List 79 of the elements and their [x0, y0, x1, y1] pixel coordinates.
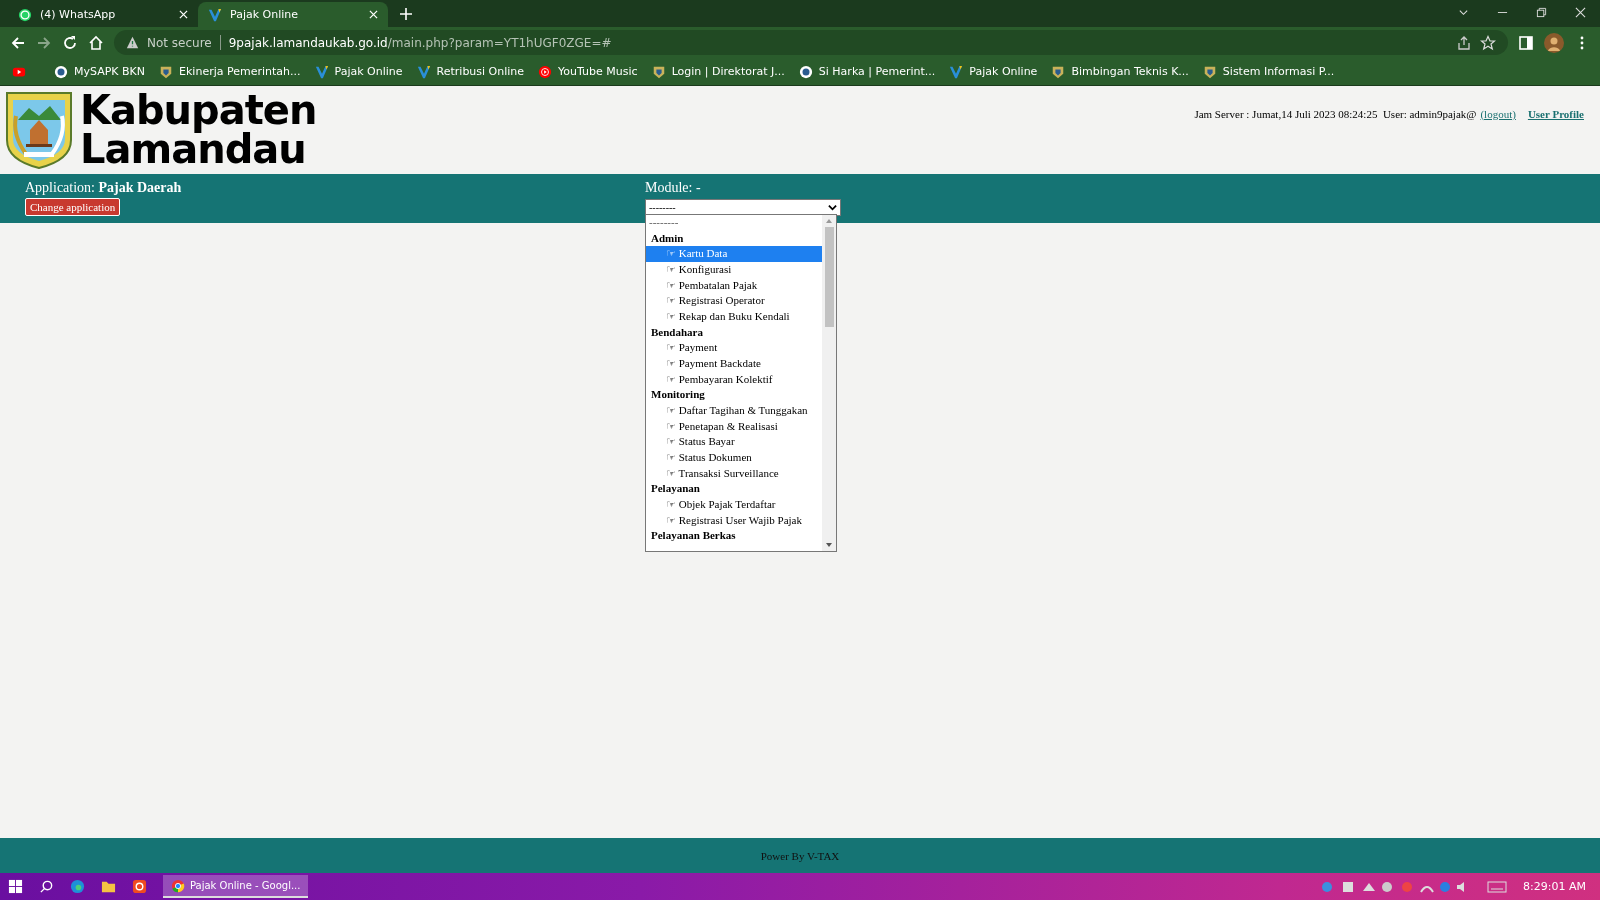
emblem-icon: [1202, 64, 1217, 79]
module-option[interactable]: ☞ Kartu Data: [646, 246, 822, 262]
module-option[interactable]: ☞ Objek Pajak Terdaftar: [646, 497, 822, 513]
share-icon[interactable]: [1456, 34, 1472, 51]
bookmark[interactable]: Sistem Informasi P...: [1202, 64, 1335, 79]
app-icon[interactable]: [132, 879, 147, 894]
module-option[interactable]: ☞ Payment Backdate: [646, 356, 822, 372]
edge-icon[interactable]: [70, 879, 85, 894]
search-icon[interactable]: [39, 879, 54, 894]
module-option[interactable]: ☞ Transaksi Surveillance: [646, 465, 822, 482]
bookmark[interactable]: Login | Direktorat J...: [651, 64, 785, 79]
bookmark[interactable]: Retribusi Online: [416, 64, 525, 79]
close-icon[interactable]: [369, 10, 378, 19]
windows-start-icon[interactable]: [8, 879, 23, 894]
option-group: Bendahara: [646, 324, 822, 341]
v-logo-icon: [416, 64, 431, 79]
close-window-icon[interactable]: [1575, 7, 1586, 18]
option-group: Pelayanan: [646, 481, 822, 497]
bookmark[interactable]: Bimbingan Teknis K...: [1051, 64, 1189, 79]
option-group: Monitoring: [646, 387, 822, 403]
module-label: Module: -: [645, 180, 702, 196]
module-option[interactable]: ☞ Pembayaran Kolektif: [646, 371, 822, 388]
emblem-icon: [1051, 64, 1066, 79]
module-option[interactable]: ☞ Konfigurasi: [646, 261, 822, 278]
regency-emblem-icon: [4, 90, 74, 170]
user-profile-link[interactable]: User Profile: [1527, 108, 1584, 120]
footer-text: Power By V-TAX: [760, 849, 840, 862]
option-group: Admin: [646, 230, 822, 247]
reload-icon[interactable]: [62, 34, 78, 51]
module-option[interactable]: ☞ Status Bayar: [646, 434, 822, 451]
emblem-icon: [651, 64, 666, 79]
module-option[interactable]: ☞ Rekap dan Buku Kendali: [646, 309, 822, 325]
bookmark[interactable]: YouTube Music: [538, 64, 638, 79]
scroll-down-icon[interactable]: [825, 542, 833, 548]
warning-icon: [126, 36, 139, 49]
browser-tab[interactable]: (4) WhatsApp: [8, 2, 198, 27]
logout-link[interactable]: (logout): [1480, 108, 1516, 120]
bookmark[interactable]: Si Harka | Pemerint...: [798, 64, 936, 79]
bookmark[interactable]: MySAPK BKN: [54, 64, 146, 79]
forward-icon[interactable]: [36, 34, 52, 51]
home-icon[interactable]: [88, 34, 104, 51]
browser-tab[interactable]: Pajak Online: [198, 2, 388, 27]
new-tab-icon[interactable]: [400, 8, 412, 20]
bookmark[interactable]: Pajak Online: [949, 64, 1038, 79]
module-option[interactable]: ☞ Payment: [646, 340, 822, 356]
chrome-icon: [171, 878, 185, 893]
module-option[interactable]: ☞ Registrasi User Wajib Pajak: [646, 512, 822, 529]
taskbar-window[interactable]: Pajak Online - Googl...: [163, 875, 309, 898]
module-option[interactable]: ☞ Registrasi Operator: [646, 293, 822, 310]
address-bar[interactable]: Not secure 9pajak.lamandaukab.go.id/main.php?param=YT1hUGF0ZGE=#: [114, 30, 1508, 55]
avatar-icon[interactable]: [1544, 32, 1564, 53]
module-option[interactable]: ☞ Penetapan & Realisasi: [646, 418, 822, 435]
application-label: Application: Pajak Daerah: [25, 180, 183, 196]
v-logo-icon: [949, 64, 964, 79]
tab-search-icon[interactable]: [1458, 7, 1469, 18]
chevron-icon: [828, 203, 837, 212]
change-application-button[interactable]: Change application: [25, 198, 121, 216]
side-panel-icon[interactable]: [1518, 34, 1534, 51]
whatsapp-icon: [18, 7, 32, 22]
bookmark[interactable]: Ekinerja Pemerintah...: [159, 64, 301, 79]
server-info: Jam Server : Jumat,14 Juli 2023 08:24:25 User: admin9pajak@: [1194, 108, 1477, 120]
module-option[interactable]: ☞ Pembatalan Pajak: [646, 277, 822, 294]
v-logo-icon: [208, 7, 222, 22]
scrollbar-thumb[interactable]: [824, 227, 834, 327]
star-icon[interactable]: [1480, 34, 1496, 51]
v-logo-icon: [314, 64, 329, 79]
clock[interactable]: 8:29:01 AM: [1523, 880, 1586, 893]
close-icon[interactable]: [179, 10, 188, 19]
music-play-icon: [538, 64, 553, 79]
module-option[interactable]: --------: [646, 215, 822, 231]
folder-icon[interactable]: [101, 879, 116, 894]
module-option[interactable]: ☞ Daftar Tagihan & Tunggakan: [646, 402, 822, 419]
module-option[interactable]: ☞ Status Dokumen: [646, 450, 822, 466]
restore-icon[interactable]: [1536, 7, 1547, 18]
emblem-icon: [159, 64, 174, 79]
back-icon[interactable]: [10, 34, 26, 51]
bookmark[interactable]: Pajak Online: [314, 64, 403, 79]
scrollbar[interactable]: [822, 215, 836, 551]
option-group: Pelayanan Berkas: [646, 528, 822, 544]
